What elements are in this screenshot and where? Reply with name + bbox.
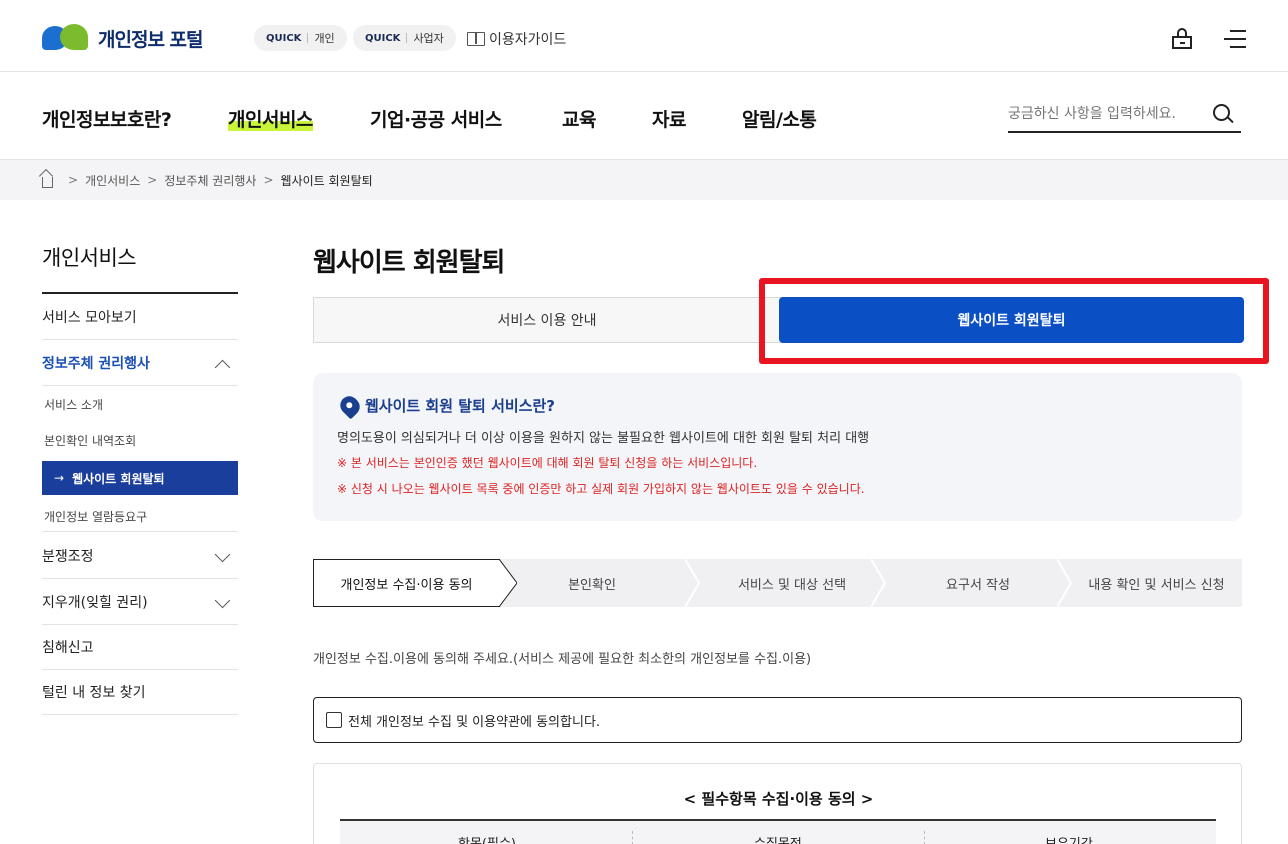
- sidebar-item-service-overview[interactable]: 서비스 모아보기: [42, 294, 238, 340]
- info-warning: ※ 본 서비스는 본인인증 했던 웹사이트에 대해 회원 탈퇴 신청을 하는 서…: [337, 456, 758, 470]
- step-identity: 본인확인: [568, 577, 616, 593]
- quick-business-button[interactable]: QUICK 사업자: [353, 25, 456, 51]
- lock-icon[interactable]: [1172, 28, 1192, 49]
- step-arrow-icon: [499, 559, 517, 607]
- tab-service-guide[interactable]: 서비스 이용 안내: [314, 298, 780, 342]
- table-header-cell: 항목(필수): [458, 833, 516, 844]
- terms-table-header: 항목(필수) 수집목적 보유기간: [340, 821, 1216, 844]
- step-consent: 개인정보 수집·이용 동의: [313, 559, 500, 607]
- info-description: 명의도용이 의심되거나 더 이상 이용을 원하지 않는 불필요한 웹사이트에 대…: [337, 431, 870, 446]
- sidebar-item-dispute[interactable]: 분쟁조정: [42, 533, 238, 579]
- info-title: 웹사이트 회원 탈퇴 서비스란?: [336, 392, 555, 419]
- breadcrumb-current: 웹사이트 회원탈퇴: [280, 173, 373, 188]
- step-write: 요구서 작성: [946, 577, 1010, 593]
- terms-panel: < 필수항목 수집·이용 동의 > 항목(필수) 수집목적 보유기간: [313, 763, 1242, 844]
- search-input[interactable]: [1008, 99, 1198, 129]
- gnb-item-personal-service[interactable]: 개인서비스: [228, 105, 313, 132]
- search-box: [1008, 99, 1241, 133]
- terms-title: < 필수항목 수집·이용 동의 >: [683, 790, 874, 808]
- sidebar-item-leak-check[interactable]: 털린 내 정보 찾기: [42, 669, 238, 715]
- gnb-item-enterprise[interactable]: 기업·공공 서비스: [370, 105, 502, 132]
- sidebar-subitem-history[interactable]: 본인확인 내역조회: [42, 432, 238, 449]
- sidebar-item-rights[interactable]: 정보주체 권리행사: [42, 340, 238, 386]
- step-indicator: 개인정보 수집·이용 동의 본인확인 서비스 및 대상 선택 요구서 작성 내용…: [313, 559, 1242, 607]
- quick-personal-button[interactable]: QUICK 개인: [254, 25, 347, 51]
- top-bar: 개인정보 포털 QUICK 개인 QUICK 사업자 이용자가이드: [0, 0, 1288, 72]
- breadcrumb-item[interactable]: 정보주체 권리행사: [164, 172, 256, 189]
- sidebar-subitem-access-request[interactable]: 개인정보 열람등요구: [42, 508, 238, 532]
- sidebar-subitem-withdrawal[interactable]: → 웹사이트 회원탈퇴: [42, 461, 238, 495]
- home-icon[interactable]: [42, 176, 53, 188]
- table-header-cell: 보유기간: [1045, 833, 1093, 844]
- sidebar-subitem-intro[interactable]: 서비스 소개: [42, 396, 238, 413]
- book-icon: [467, 32, 485, 46]
- site-logo[interactable]: 개인정보 포털: [42, 24, 203, 52]
- sidebar-item-report[interactable]: 침해신고: [42, 624, 238, 670]
- consent-instruction: 개인정보 수집.이용에 동의해 주세요.(서비스 제공에 필요한 최소한의 개인…: [313, 652, 812, 667]
- search-icon[interactable]: [1213, 104, 1234, 124]
- pin-icon: [336, 392, 364, 419]
- chevron-up-icon: [214, 359, 231, 376]
- agree-all-label: 전체 개인정보 수집 및 이용약관에 동의합니다.: [348, 714, 601, 730]
- page-title: 웹사이트 회원탈퇴: [313, 248, 505, 278]
- arrow-right-icon: →: [54, 471, 65, 485]
- step-confirm: 내용 확인 및 서비스 신청: [1088, 577, 1225, 593]
- sidebar-title: 개인서비스: [42, 246, 137, 270]
- info-warning: ※ 신청 시 나오는 웹사이트 목록 중에 인증만 하고 실제 회원 가입하지 …: [337, 482, 865, 496]
- menu-icon[interactable]: [1224, 30, 1246, 48]
- gnb-item-resources[interactable]: 자료: [652, 105, 686, 132]
- step-select: 서비스 및 대상 선택: [737, 577, 847, 593]
- gnb-item-notice[interactable]: 알림/소통: [742, 105, 817, 132]
- agree-all-checkbox[interactable]: [326, 712, 342, 728]
- sidebar-item-eraser[interactable]: 지우개(잊힐 권리): [42, 579, 238, 625]
- user-guide-link[interactable]: 이용자가이드: [467, 29, 566, 49]
- chevron-down-icon: [214, 592, 231, 609]
- chevron-down-icon: [214, 546, 231, 563]
- breadcrumb: > 개인서비스 > 정보주체 권리행사 > 웹사이트 회원탈퇴: [0, 160, 1288, 200]
- logo-text: 개인정보 포털: [98, 28, 203, 51]
- table-header-cell: 수집목적: [754, 833, 802, 844]
- highlight-annotation: [759, 278, 1269, 364]
- agree-all-row[interactable]: 전체 개인정보 수집 및 이용약관에 동의합니다.: [313, 697, 1242, 743]
- gnb-item-education[interactable]: 교육: [562, 105, 596, 132]
- logo-icon: [42, 24, 88, 52]
- breadcrumb-item[interactable]: 개인서비스: [85, 172, 140, 189]
- info-panel: 웹사이트 회원 탈퇴 서비스란? 명의도용이 의심되거나 더 이상 이용을 원하…: [313, 373, 1242, 521]
- main-navigation: 개인정보보호란? 개인서비스 기업·공공 서비스 교육 자료 알림/소통: [0, 72, 1288, 160]
- gnb-item-privacy[interactable]: 개인정보보호란?: [42, 105, 172, 132]
